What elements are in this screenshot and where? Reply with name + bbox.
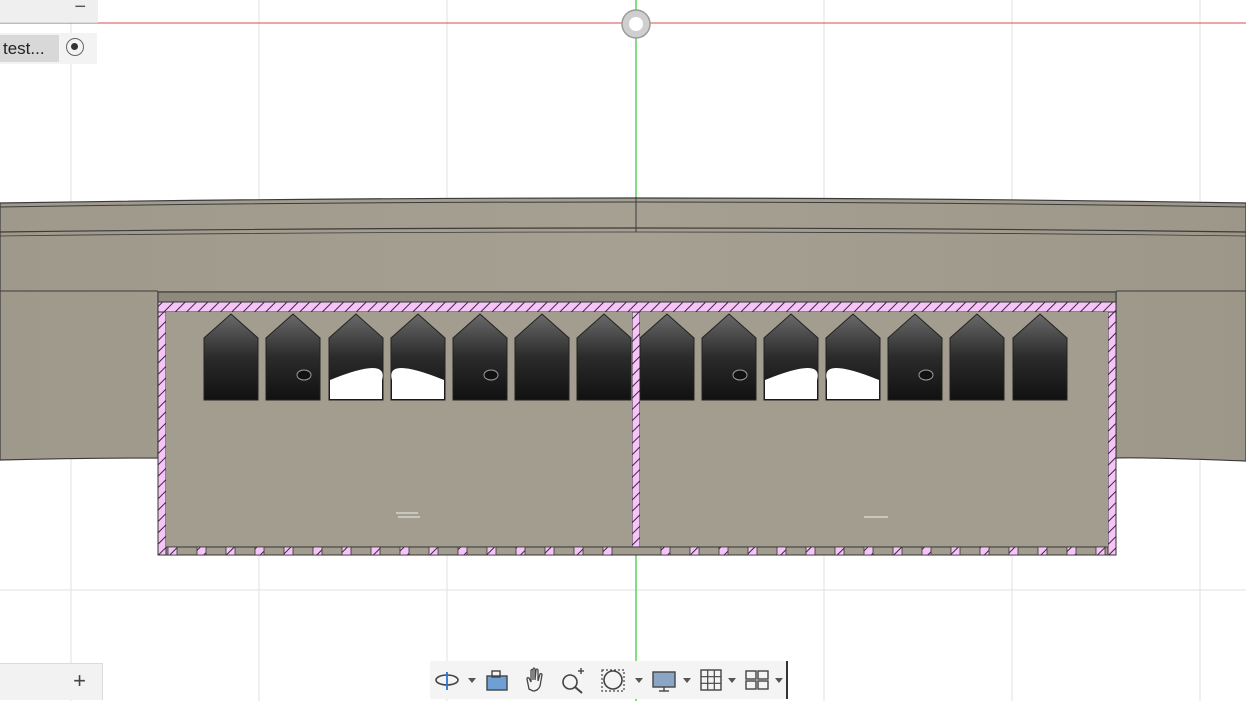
bottom-tab — [805, 546, 816, 556]
bottom-tab — [747, 546, 758, 556]
bottom-tab — [1095, 546, 1106, 556]
bottom-tab — [399, 546, 410, 556]
bottom-tab — [921, 546, 932, 556]
bottom-tab — [834, 546, 845, 556]
window-hole — [918, 369, 934, 381]
window-hole — [296, 369, 312, 381]
bottom-tab — [892, 546, 903, 556]
browser-panel-header: − — [0, 0, 98, 23]
comments-panel: + — [0, 663, 103, 700]
browser-component-row[interactable]: test... — [0, 33, 97, 64]
component-name-label[interactable]: test... — [0, 35, 59, 62]
fit-window-icon[interactable] — [598, 665, 628, 695]
bottom-tab — [196, 546, 207, 556]
pan-hand-icon[interactable] — [520, 665, 550, 695]
bottom-tab — [428, 546, 439, 556]
orbit-icon[interactable] — [432, 665, 462, 695]
viewports-dropdown-caret[interactable] — [775, 678, 783, 683]
bottom-tab — [370, 546, 381, 556]
bottom-tab — [167, 546, 178, 556]
bottom-tab — [341, 546, 352, 556]
add-comment-button[interactable]: + — [73, 668, 86, 694]
bottom-tab — [718, 546, 729, 556]
bottom-tab — [660, 546, 671, 556]
activate-radio-icon[interactable] — [66, 38, 84, 56]
bottom-tab — [776, 546, 787, 556]
bottom-tab — [950, 546, 961, 556]
navigation-toolbar — [430, 661, 788, 699]
bottom-tab — [1037, 546, 1048, 556]
bottom-tab — [689, 546, 700, 556]
bottom-tab — [515, 546, 526, 556]
display-dropdown-caret[interactable] — [683, 678, 691, 683]
collapse-button[interactable]: − — [74, 0, 86, 19]
zoom-icon[interactable] — [558, 665, 588, 695]
origin-point-icon[interactable] — [621, 9, 651, 39]
bottom-tab — [544, 546, 555, 556]
bottom-tab — [1008, 546, 1019, 556]
3d-viewport[interactable] — [0, 0, 1246, 701]
bottom-tab — [283, 546, 294, 556]
bottom-tab — [979, 546, 990, 556]
bottom-tab — [1066, 546, 1077, 556]
orbit-dropdown-caret[interactable] — [468, 678, 476, 683]
bottom-tab — [602, 546, 613, 556]
look-at-icon[interactable] — [482, 665, 512, 695]
grid-dropdown-caret[interactable] — [728, 678, 736, 683]
window-hole — [732, 369, 748, 381]
bottom-tab — [225, 546, 236, 556]
display-settings-icon[interactable] — [649, 665, 679, 695]
grid-snap-icon[interactable] — [696, 665, 726, 695]
bottom-tab — [312, 546, 323, 556]
bottom-tab — [863, 546, 874, 556]
bottom-tab — [486, 546, 497, 556]
bottom-tab — [457, 546, 468, 556]
window-hole — [483, 369, 499, 381]
viewports-icon[interactable] — [742, 665, 772, 695]
bottom-tab — [254, 546, 265, 556]
fit-dropdown-caret[interactable] — [635, 678, 643, 683]
bottom-tab — [573, 546, 584, 556]
